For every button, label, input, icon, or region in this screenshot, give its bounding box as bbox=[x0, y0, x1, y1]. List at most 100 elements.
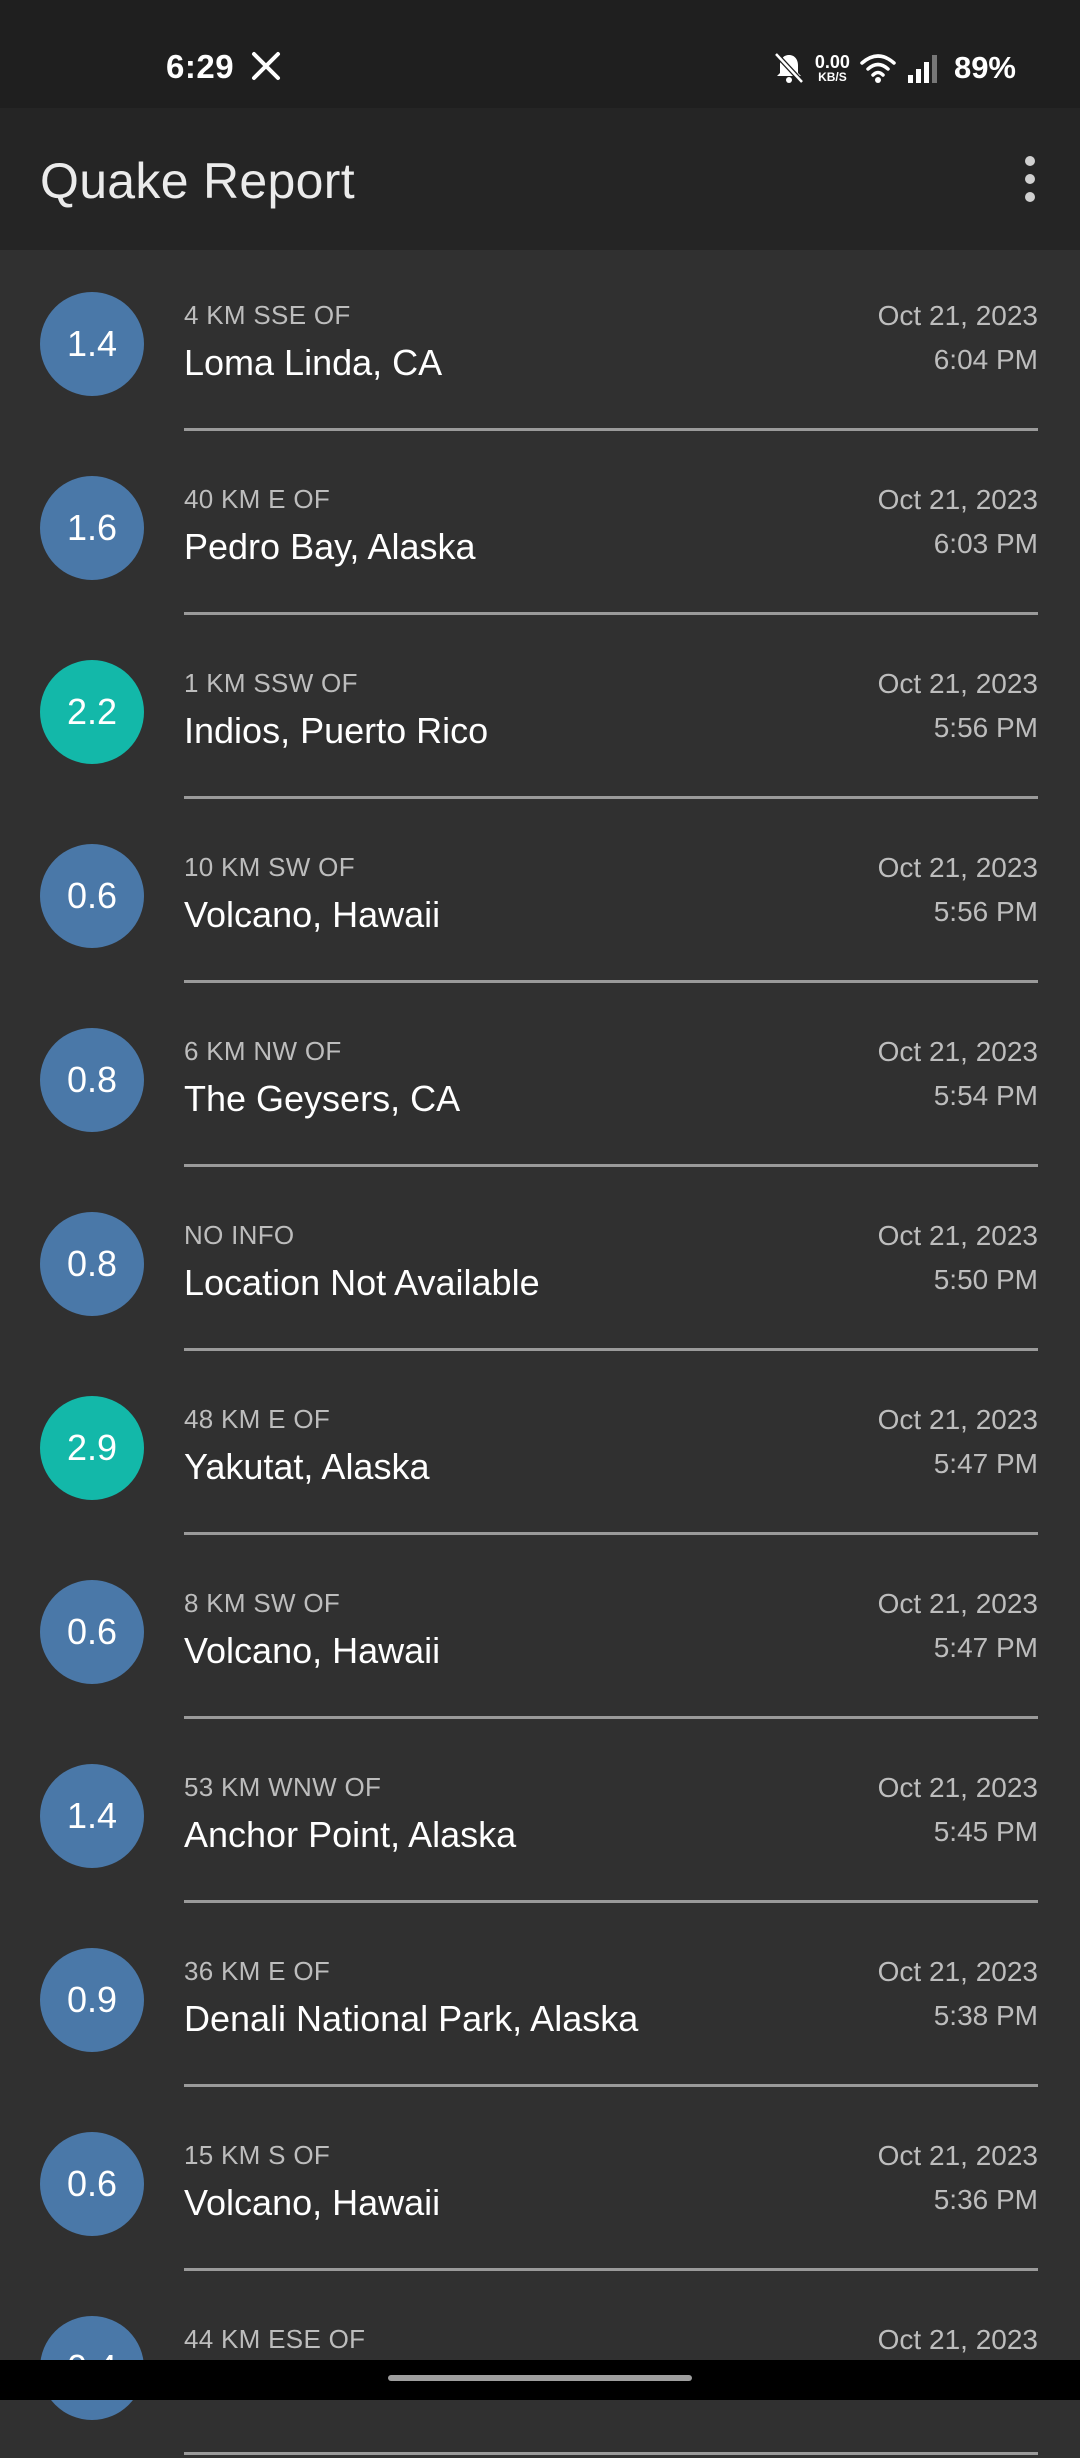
quake-date: Oct 21, 2023 bbox=[877, 1036, 1038, 1067]
primary-location: Loma Linda, CA bbox=[184, 342, 443, 383]
location-offset: 4 KM SSE OF bbox=[184, 300, 351, 330]
list-item[interactable]: 2.2 1 KM SSW OF Indios, Puerto Rico Oct 21,… bbox=[0, 618, 1080, 802]
x-icon bbox=[252, 52, 280, 80]
location-offset: NO INFO bbox=[184, 1220, 295, 1250]
quake-date: Oct 21, 2023 bbox=[877, 484, 1038, 515]
list-item[interactable]: 1.4 4 KM SSE OF Loma Linda, CA Oct 21, 2023… bbox=[0, 250, 1080, 434]
quake-time: 6:03 PM bbox=[933, 528, 1038, 559]
list-item[interactable]: 1.4 53 KM WNW OF Anchor Point, Alaska Oct 2… bbox=[0, 1722, 1080, 1906]
quake-date: Oct 21, 2023 bbox=[877, 668, 1038, 699]
gesture-handle[interactable] bbox=[388, 2375, 692, 2381]
quake-time: 5:47 PM bbox=[933, 1448, 1038, 1479]
quake-time: 5:36 PM bbox=[933, 2184, 1038, 2215]
divider bbox=[184, 1164, 1038, 1167]
divider bbox=[184, 1532, 1038, 1535]
location-offset: 10 KM SW OF bbox=[184, 852, 355, 882]
menu-dot bbox=[1025, 156, 1035, 166]
quake-date: Oct 21, 2023 bbox=[877, 1956, 1038, 1987]
divider bbox=[184, 980, 1038, 983]
divider bbox=[184, 1716, 1038, 1719]
list-item[interactable]: 0.6 10 KM SW OF Volcano, Hawaii Oct 21, 202… bbox=[0, 802, 1080, 986]
magnitude-badge: 2.2 bbox=[40, 660, 144, 764]
quake-date: Oct 21, 2023 bbox=[877, 1588, 1038, 1619]
divider bbox=[184, 2268, 1038, 2271]
app-title: Quake Report bbox=[40, 153, 355, 209]
quake-date: Oct 21, 2023 bbox=[877, 300, 1038, 331]
quake-date: Oct 21, 2023 bbox=[877, 2324, 1038, 2355]
magnitude-badge: 0.6 bbox=[40, 2132, 144, 2236]
quake-date: Oct 21, 2023 bbox=[877, 1404, 1038, 1435]
divider bbox=[184, 612, 1038, 615]
location-offset: 15 KM S OF bbox=[184, 2140, 331, 2170]
primary-location: Anchor Point, Alaska bbox=[184, 1814, 517, 1855]
primary-location: Indios, Puerto Rico bbox=[184, 710, 489, 751]
bell-off-icon bbox=[774, 52, 804, 84]
primary-location: The Geysers, CA bbox=[184, 1078, 461, 1119]
list-item[interactable]: 0.8 6 KM NW OF The Geysers, CA Oct 21, 2023… bbox=[0, 986, 1080, 1170]
magnitude-badge: 0.8 bbox=[40, 1028, 144, 1132]
primary-location: Pedro Bay, Alaska bbox=[184, 526, 476, 567]
quake-date: Oct 21, 2023 bbox=[877, 1772, 1038, 1803]
list-item[interactable]: 2.9 48 KM E OF Yakutat, Alaska Oct 21, 2023… bbox=[0, 1354, 1080, 1538]
quake-date: Oct 21, 2023 bbox=[877, 852, 1038, 883]
location-offset: 1 KM SSW OF bbox=[184, 668, 358, 698]
location-offset: 40 KM E OF bbox=[184, 484, 331, 514]
divider bbox=[184, 2452, 1038, 2455]
location-offset: 6 KM NW OF bbox=[184, 1036, 342, 1066]
divider bbox=[184, 428, 1038, 431]
list-item[interactable]: 0.9 36 KM E OF Denali National Park, Alask… bbox=[0, 1906, 1080, 2090]
network-speed: 0.00 KB/S bbox=[815, 53, 850, 83]
battery-level: 89% bbox=[953, 50, 1016, 85]
magnitude-badge: 0.8 bbox=[40, 1212, 144, 1316]
primary-location: Volcano, Hawaii bbox=[184, 2182, 441, 2223]
quake-time: 6:04 PM bbox=[933, 344, 1038, 375]
magnitude-badge: 0.9 bbox=[40, 1948, 144, 2052]
divider bbox=[184, 2084, 1038, 2087]
magnitude-badge: 2.9 bbox=[40, 1396, 144, 1500]
quake-time: 5:56 PM bbox=[933, 896, 1038, 927]
location-offset: 48 KM E OF bbox=[184, 1404, 331, 1434]
list-item[interactable]: 0.6 8 KM SW OF Volcano, Hawaii Oct 21, 2023… bbox=[0, 1538, 1080, 1722]
speed-value: 0.00 bbox=[814, 52, 850, 72]
app-bar: Quake Report bbox=[0, 108, 1080, 250]
quake-date: Oct 21, 2023 bbox=[877, 1220, 1038, 1251]
divider bbox=[184, 796, 1038, 799]
primary-location: Volcano, Hawaii bbox=[184, 894, 441, 935]
primary-location: Denali National Park, Alaska bbox=[184, 1998, 639, 2039]
quake-time: 5:56 PM bbox=[933, 712, 1038, 743]
status-icons: 0.00 KB/S 89% bbox=[763, 46, 1016, 90]
quake-time: 5:38 PM bbox=[933, 2000, 1038, 2031]
primary-location: Yakutat, Alaska bbox=[184, 1446, 430, 1487]
wifi-icon bbox=[860, 54, 896, 83]
menu-dot bbox=[1025, 174, 1035, 184]
list-item[interactable]: 0.8 NO INFO Location Not Available Oct 21, … bbox=[0, 1170, 1080, 1354]
magnitude-badge: 1.4 bbox=[40, 292, 144, 396]
signal-icon bbox=[907, 55, 937, 83]
magnitude-badge: 0.6 bbox=[40, 1580, 144, 1684]
magnitude-badge: 0.6 bbox=[40, 844, 144, 948]
divider bbox=[184, 1348, 1038, 1351]
speed-unit: KB/S bbox=[818, 70, 847, 84]
navigation-bar bbox=[0, 2360, 1080, 2400]
primary-location: Volcano, Hawaii bbox=[184, 1630, 441, 1671]
menu-dot bbox=[1025, 192, 1035, 202]
magnitude-badge: 1.4 bbox=[40, 1764, 144, 1868]
location-offset: 44 KM ESE OF bbox=[184, 2324, 366, 2354]
location-offset: 53 KM WNW OF bbox=[184, 1772, 382, 1802]
quake-date: Oct 21, 2023 bbox=[877, 2140, 1038, 2171]
quake-time: 5:47 PM bbox=[933, 1632, 1038, 1663]
location-offset: 36 KM E OF bbox=[184, 1956, 331, 1986]
divider bbox=[184, 1900, 1038, 1903]
earthquake-list[interactable]: 1.4 4 KM SSE OF Loma Linda, CA Oct 21, 2023… bbox=[0, 250, 1080, 2458]
status-bar: 6:29 0.00 KB/S 89% bbox=[0, 0, 1080, 108]
quake-time: 5:50 PM bbox=[933, 1264, 1038, 1295]
quake-time: 5:54 PM bbox=[933, 1080, 1038, 1111]
primary-location: Location Not Available bbox=[184, 1262, 540, 1303]
magnitude-badge: 1.6 bbox=[40, 476, 144, 580]
location-offset: 8 KM SW OF bbox=[184, 1588, 341, 1618]
overflow-menu-icon[interactable] bbox=[1006, 150, 1054, 208]
quake-time: 5:45 PM bbox=[933, 1816, 1038, 1847]
list-item[interactable]: 0.6 15 KM S OF Volcano, Hawaii Oct 21, 2023… bbox=[0, 2090, 1080, 2274]
status-time: 6:29 bbox=[166, 48, 235, 85]
list-item[interactable]: 1.6 40 KM E OF Pedro Bay, Alaska Oct 21, 20… bbox=[0, 434, 1080, 618]
